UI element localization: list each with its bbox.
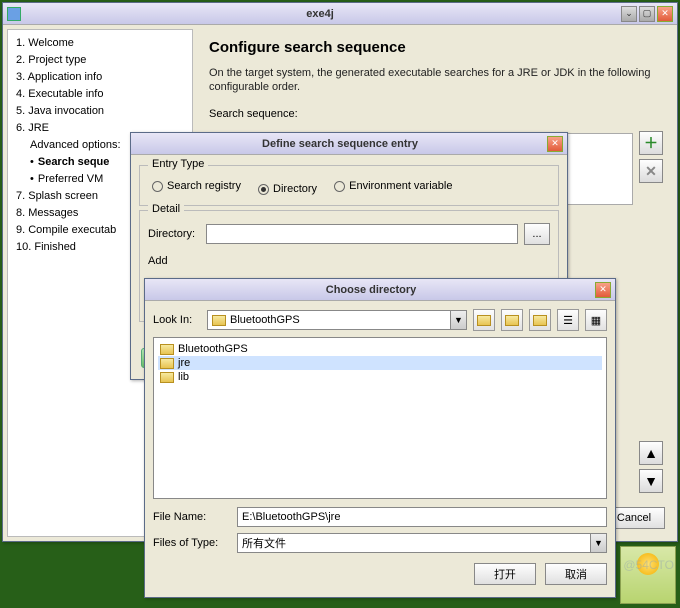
minimize-button[interactable]: ⌄ <box>621 6 637 22</box>
add-hint: Add <box>148 255 550 267</box>
chevron-down-icon[interactable]: ▼ <box>590 534 606 552</box>
radio-search-registry[interactable]: Search registry <box>152 180 241 192</box>
list-view-button[interactable]: ☰ <box>557 309 579 331</box>
folder-icon <box>212 315 226 326</box>
page-description: On the target system, the generated exec… <box>209 66 663 94</box>
home-button[interactable] <box>501 309 523 331</box>
main-title: exe4j <box>21 8 619 20</box>
step-java-invocation[interactable]: 5. Java invocation <box>16 103 184 120</box>
up-folder-button[interactable] <box>473 309 495 331</box>
directory-label: Directory: <box>148 228 200 240</box>
list-item[interactable]: jre <box>158 356 602 370</box>
choose-title: Choose directory <box>149 284 593 296</box>
details-view-button[interactable]: ▦ <box>585 309 607 331</box>
step-welcome[interactable]: 1. Welcome <box>16 35 184 52</box>
new-folder-button[interactable] <box>529 309 551 331</box>
file-name-label: File Name: <box>153 511 231 523</box>
detail-legend: Detail <box>148 203 184 215</box>
open-button[interactable]: 打开 <box>474 563 536 585</box>
step-executable-info[interactable]: 4. Executable info <box>16 86 184 103</box>
define-close-button[interactable]: ✕ <box>547 136 563 152</box>
page-heading: Configure search sequence <box>209 39 663 56</box>
main-titlebar: exe4j ⌄ ▢ ✕ <box>3 3 677 25</box>
look-in-combo[interactable]: BluetoothGPS ▼ <box>207 310 467 330</box>
define-titlebar: Define search sequence entry ✕ <box>131 133 567 155</box>
radio-directory[interactable]: Directory <box>258 183 317 195</box>
list-item[interactable]: BluetoothGPS <box>158 342 602 356</box>
files-of-type-label: Files of Type: <box>153 537 231 549</box>
file-name-input[interactable]: E:\BluetoothGPS\jre <box>237 507 607 527</box>
choose-cancel-button[interactable]: 取消 <box>545 563 607 585</box>
look-in-label: Look In: <box>153 314 203 326</box>
desktop-widget <box>620 546 676 604</box>
folder-icon <box>160 344 174 355</box>
choose-titlebar: Choose directory ✕ <box>145 279 615 301</box>
chevron-down-icon[interactable]: ▼ <box>450 311 466 329</box>
list-item[interactable]: lib <box>158 370 602 384</box>
move-down-button[interactable]: ▼ <box>639 469 663 493</box>
define-title: Define search sequence entry <box>135 138 545 150</box>
search-sequence-label: Search sequence: <box>209 108 663 120</box>
step-project-type[interactable]: 2. Project type <box>16 52 184 69</box>
files-of-type-combo[interactable]: 所有文件 ▼ <box>237 533 607 553</box>
remove-entry-button[interactable]: ✕ <box>639 159 663 183</box>
move-up-button[interactable]: ▲ <box>639 441 663 465</box>
directory-input[interactable] <box>206 224 518 244</box>
folder-icon <box>160 372 174 383</box>
file-list[interactable]: BluetoothGPS jre lib <box>153 337 607 499</box>
maximize-button[interactable]: ▢ <box>639 6 655 22</box>
close-button[interactable]: ✕ <box>657 6 673 22</box>
app-icon <box>7 7 21 21</box>
step-application-info[interactable]: 3. Application info <box>16 69 184 86</box>
entry-type-group: Entry Type Search registry Directory Env… <box>139 165 559 206</box>
add-entry-button[interactable]: ＋ <box>639 131 663 155</box>
radio-env-var[interactable]: Environment variable <box>334 180 452 192</box>
weather-icon <box>637 553 659 575</box>
entry-type-legend: Entry Type <box>148 158 208 170</box>
choose-close-button[interactable]: ✕ <box>595 282 611 298</box>
browse-button[interactable]: ... <box>524 223 550 245</box>
folder-icon <box>160 358 174 369</box>
